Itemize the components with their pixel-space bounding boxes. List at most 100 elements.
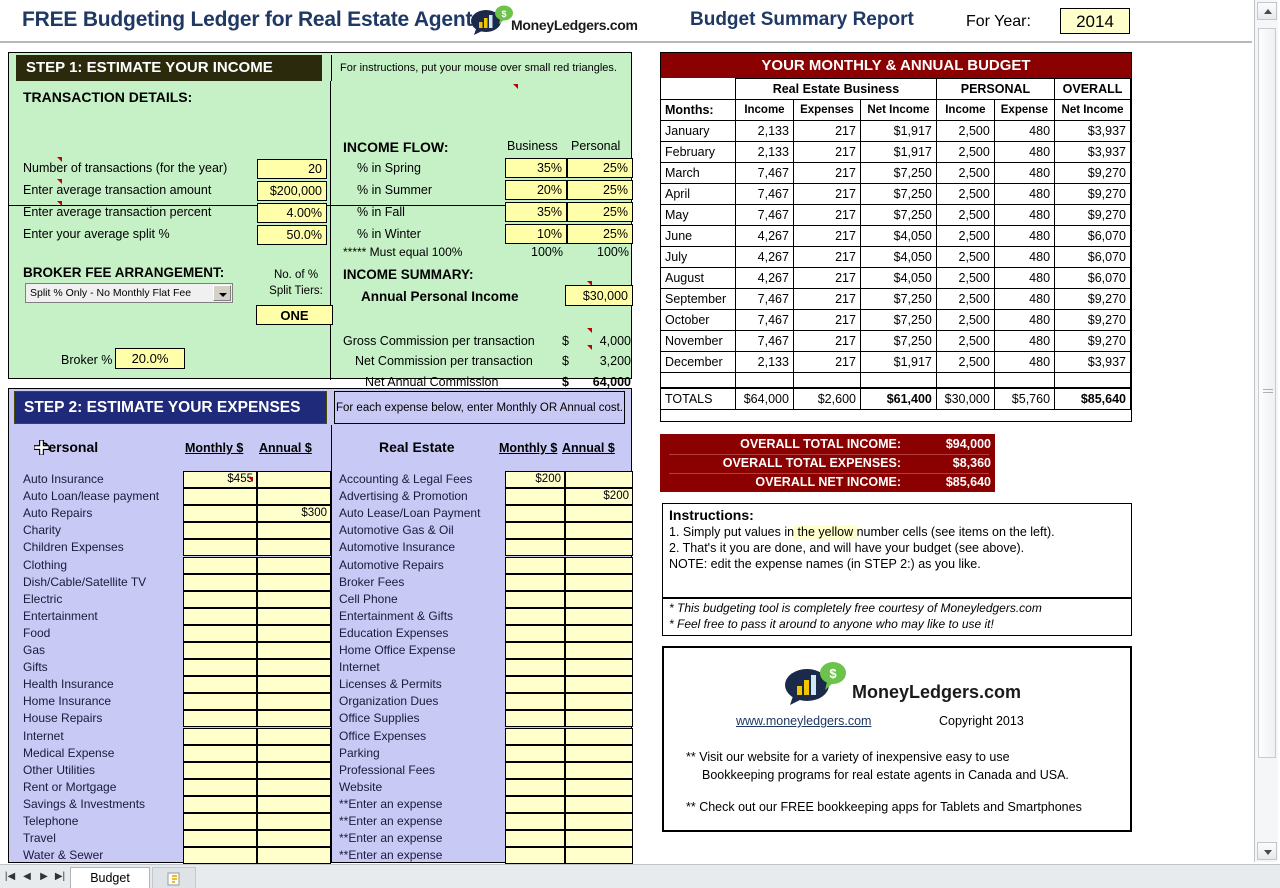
realestate-annual-input-5[interactable] — [565, 556, 633, 574]
realestate-expense-name-2[interactable]: Auto Lease/Loan Payment — [339, 506, 480, 520]
personal-annual-input-20[interactable] — [257, 813, 331, 830]
realestate-annual-input-0[interactable] — [565, 471, 633, 488]
personal-monthly-input-17[interactable] — [183, 761, 257, 779]
personal-monthly-input-2[interactable] — [183, 505, 257, 523]
personal-annual-input-17[interactable] — [257, 761, 331, 779]
realestate-annual-input-8[interactable] — [565, 607, 633, 625]
realestate-monthly-input-6[interactable] — [505, 573, 565, 591]
personal-annual-input-18[interactable] — [257, 778, 331, 796]
personal-monthly-input-11[interactable] — [183, 659, 257, 677]
personal-monthly-input-18[interactable] — [183, 778, 257, 796]
nav-last-sheet-button[interactable]: ▶| — [52, 868, 68, 886]
personal-annual-input-19[interactable] — [257, 795, 331, 813]
personal-annual-input-21[interactable] — [257, 830, 331, 848]
realestate-monthly-input-3[interactable] — [505, 522, 565, 540]
personal-expense-name-9[interactable]: Food — [23, 626, 50, 640]
realestate-expense-name-16[interactable]: Parking — [339, 746, 380, 760]
personal-annual-input-4[interactable] — [257, 539, 331, 557]
realestate-expense-name-3[interactable]: Automotive Gas & Oil — [339, 523, 454, 537]
realestate-annual-input-19[interactable] — [565, 795, 633, 813]
realestate-expense-name-12[interactable]: Licenses & Permits — [339, 677, 442, 691]
scroll-up-button[interactable] — [1257, 2, 1277, 20]
realestate-monthly-input-17[interactable] — [505, 761, 565, 779]
realestate-expense-name-5[interactable]: Automotive Repairs — [339, 558, 444, 572]
personal-annual-input-8[interactable] — [257, 607, 331, 625]
realestate-annual-input-18[interactable] — [565, 778, 633, 796]
personal-expense-name-20[interactable]: Telephone — [23, 814, 78, 828]
personal-monthly-input-6[interactable] — [183, 573, 257, 591]
realestate-annual-input-11[interactable] — [565, 659, 633, 677]
nav-first-sheet-button[interactable]: |◀ — [2, 868, 18, 886]
realestate-monthly-input-12[interactable] — [505, 676, 565, 694]
realestate-expense-name-8[interactable]: Entertainment & Gifts — [339, 609, 453, 623]
realestate-expense-name-15[interactable]: Office Expenses — [339, 729, 426, 743]
personal-expense-name-0[interactable]: Auto Insurance — [23, 472, 104, 486]
year-input[interactable]: 2014 — [1060, 8, 1130, 34]
vertical-scrollbar[interactable] — [1254, 0, 1278, 862]
realestate-expense-name-19[interactable]: **Enter an expense — [339, 797, 442, 811]
annual-personal-income-input[interactable]: $30,000 — [565, 285, 633, 306]
realestate-annual-input-10[interactable] — [565, 642, 633, 659]
scroll-down-button[interactable] — [1257, 842, 1277, 860]
personal-expense-name-13[interactable]: Home Insurance — [23, 694, 111, 708]
personal-expense-name-16[interactable]: Medical Expense — [23, 746, 114, 760]
income-flow-business-1[interactable]: 20% — [505, 180, 567, 200]
realestate-annual-input-17[interactable] — [565, 761, 633, 779]
broker-fee-select[interactable]: Split % Only - No Monthly Flat Fee — [25, 283, 233, 303]
personal-expense-name-3[interactable]: Charity — [23, 523, 61, 537]
transaction-input-0[interactable]: 20 — [257, 159, 327, 179]
transaction-input-2[interactable]: 4.00% — [257, 203, 327, 223]
personal-monthly-input-19[interactable] — [183, 795, 257, 813]
realestate-expense-name-22[interactable]: **Enter an expense — [339, 848, 442, 862]
personal-monthly-input-1[interactable] — [183, 488, 257, 506]
realestate-monthly-input-14[interactable] — [505, 710, 565, 728]
realestate-monthly-input-20[interactable] — [505, 813, 565, 830]
chevron-down-icon[interactable] — [213, 285, 231, 301]
personal-monthly-input-15[interactable] — [183, 727, 257, 745]
personal-expense-name-17[interactable]: Other Utilities — [23, 763, 95, 777]
personal-annual-input-5[interactable] — [257, 556, 331, 574]
personal-expense-name-10[interactable]: Gas — [23, 643, 45, 657]
personal-monthly-input-13[interactable] — [183, 693, 257, 711]
personal-monthly-input-3[interactable] — [183, 522, 257, 540]
personal-expense-name-5[interactable]: Clothing — [23, 558, 67, 572]
personal-expense-name-21[interactable]: Travel — [23, 831, 56, 845]
vertical-scrollbar-thumb[interactable] — [1258, 28, 1276, 758]
realestate-annual-input-22[interactable] — [565, 847, 633, 865]
realestate-monthly-input-2[interactable] — [505, 505, 565, 523]
realestate-annual-input-4[interactable] — [565, 539, 633, 557]
personal-monthly-input-4[interactable] — [183, 539, 257, 557]
realestate-monthly-input-7[interactable] — [505, 590, 565, 608]
personal-expense-name-2[interactable]: Auto Repairs — [23, 506, 92, 520]
personal-expense-name-12[interactable]: Health Insurance — [23, 677, 114, 691]
nav-next-sheet-button[interactable]: ▶ — [36, 868, 52, 886]
realestate-expense-name-20[interactable]: **Enter an expense — [339, 814, 442, 828]
realestate-annual-input-15[interactable] — [565, 727, 633, 745]
personal-expense-name-18[interactable]: Rent or Mortgage — [23, 780, 116, 794]
realestate-monthly-input-11[interactable] — [505, 659, 565, 677]
personal-annual-input-12[interactable] — [257, 676, 331, 694]
personal-annual-input-13[interactable] — [257, 693, 331, 711]
personal-monthly-input-12[interactable] — [183, 676, 257, 694]
personal-monthly-input-9[interactable] — [183, 624, 257, 642]
personal-annual-input-11[interactable] — [257, 659, 331, 677]
realestate-expense-name-6[interactable]: Broker Fees — [339, 575, 404, 589]
realestate-annual-input-16[interactable] — [565, 744, 633, 762]
personal-expense-name-15[interactable]: Internet — [23, 729, 64, 743]
personal-annual-input-22[interactable] — [257, 847, 331, 865]
realestate-expense-name-1[interactable]: Advertising & Promotion — [339, 489, 468, 503]
sheet-tab-budget[interactable]: Budget — [70, 867, 150, 888]
realestate-expense-name-18[interactable]: Website — [339, 780, 382, 794]
realestate-monthly-input-19[interactable] — [505, 795, 565, 813]
personal-monthly-input-22[interactable] — [183, 847, 257, 865]
realestate-annual-input-13[interactable] — [565, 693, 633, 711]
personal-expense-name-7[interactable]: Electric — [23, 592, 62, 606]
personal-annual-input-14[interactable] — [257, 710, 331, 728]
realestate-expense-name-9[interactable]: Education Expenses — [339, 626, 448, 640]
realestate-annual-input-3[interactable] — [565, 522, 633, 540]
realestate-monthly-input-9[interactable] — [505, 624, 565, 642]
realestate-expense-name-7[interactable]: Cell Phone — [339, 592, 398, 606]
personal-monthly-input-10[interactable] — [183, 642, 257, 659]
personal-expense-name-14[interactable]: House Repairs — [23, 711, 102, 725]
realestate-annual-input-12[interactable] — [565, 676, 633, 694]
